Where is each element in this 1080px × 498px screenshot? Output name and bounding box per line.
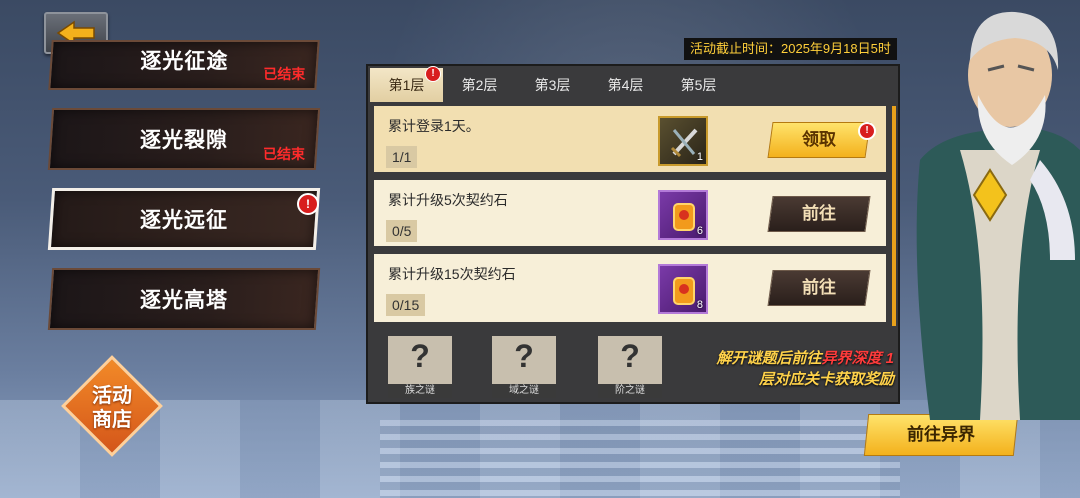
go-button[interactable]: 前往: [767, 270, 871, 306]
sidebar-item-zhuguang-zhengtu[interactable]: 逐光征途 已结束: [48, 40, 320, 90]
tab-label: 第5层: [680, 77, 717, 93]
sidebar-item-zhuguang-liexi[interactable]: 逐光裂隙 已结束: [47, 108, 321, 170]
go-button-label: 前往: [802, 204, 836, 223]
shop-label-line2: 商店: [92, 409, 132, 431]
ended-badge: 已结束: [263, 66, 306, 82]
alert-icon: !: [297, 193, 319, 215]
hint-part1: 解开谜题后前往: [716, 350, 822, 367]
go-otherworld-button[interactable]: 前往异界: [863, 414, 1019, 456]
deadline-text: 活动截止时间：2025年9月18日5时: [684, 38, 897, 60]
question-mark-icon: ?: [514, 338, 534, 374]
task-description: 累计升级5次契约石: [388, 192, 508, 208]
sidebar-item-label: 逐光远征: [140, 209, 228, 232]
tab-label: 第1层: [388, 77, 425, 93]
item-count: 6: [696, 225, 703, 237]
reward-item[interactable]: 1: [658, 116, 708, 166]
task-description: 累计登录1天。: [388, 118, 480, 134]
background-stairs: [380, 420, 900, 498]
tab-floor-5[interactable]: 第5层: [662, 68, 735, 102]
question-mark-icon: ?: [620, 338, 640, 374]
claim-button-label: 领取: [802, 130, 836, 149]
task-row: 累计升级15次契约石 0/15 8 前往: [374, 254, 886, 322]
tab-floor-1[interactable]: 第1层 !: [370, 66, 443, 102]
mystery-label: 域之谜: [492, 384, 556, 398]
task-progress: 0/5: [386, 220, 418, 242]
tab-label: 第2层: [461, 77, 498, 93]
mystery-clan[interactable]: ? 族之谜: [388, 336, 452, 398]
task-row: 累计登录1天。 1/1 1 领取 !: [374, 106, 886, 172]
claim-button[interactable]: 领取: [767, 122, 871, 158]
go-button-label: 前往: [802, 278, 836, 297]
shop-label-line1: 活动: [92, 385, 132, 407]
reward-item[interactable]: 8: [658, 264, 708, 314]
tab-floor-2[interactable]: 第2层: [443, 68, 516, 102]
alert-icon: !: [425, 66, 441, 82]
sidebar-item-label: 逐光高塔: [140, 289, 228, 312]
sidebar-item-zhuguang-yuanzheng[interactable]: 逐光远征: [47, 188, 321, 250]
item-count: 1: [696, 151, 703, 163]
tab-label: 第3层: [534, 77, 571, 93]
sidebar-item-zhuguang-gaota[interactable]: 逐光高塔: [47, 268, 321, 330]
mystery-domain[interactable]: ? 域之谜: [492, 336, 556, 398]
task-progress: 0/15: [386, 294, 426, 316]
task-row: 累计升级5次契约石 0/5 6 前往: [374, 180, 886, 246]
question-mark-icon: ?: [410, 338, 430, 374]
hint-part2: 层对应关卡获取奖励: [758, 371, 894, 388]
ended-badge: 已结束: [262, 146, 305, 162]
task-description: 累计升级15次契约石: [388, 266, 516, 282]
sage-character-portrait: [916, 11, 1080, 420]
hint-highlight: 异界深度 1: [821, 350, 894, 367]
tab-label: 第4层: [607, 77, 644, 93]
tab-floor-3[interactable]: 第3层: [516, 68, 589, 102]
task-progress: 1/1: [386, 146, 418, 168]
activity-shop-button[interactable]: 活动 商店: [61, 355, 163, 457]
floor-tabs: 第1层 ! 第2层 第3层 第4层 第5层: [370, 66, 735, 102]
hint-text: 解开谜题后前往异界深度 1 层对应关卡获取奖励: [684, 348, 894, 390]
item-count: 8: [696, 299, 703, 311]
mystery-label: 阶之谜: [598, 384, 662, 398]
shop-label: 活动 商店: [70, 384, 154, 432]
go-button[interactable]: 前往: [767, 196, 871, 232]
go-otherworld-label: 前往异界: [907, 425, 975, 444]
reward-item[interactable]: 6: [658, 190, 708, 240]
scrollbar[interactable]: [892, 106, 896, 326]
task-panel: 第1层 ! 第2层 第3层 第4层 第5层 累计登录1天。 1/1 1 领取 !…: [366, 64, 900, 404]
alert-icon: !: [858, 122, 876, 140]
tab-floor-4[interactable]: 第4层: [589, 68, 662, 102]
mystery-rank[interactable]: ? 阶之谜: [598, 336, 662, 398]
mystery-label: 族之谜: [388, 384, 452, 398]
